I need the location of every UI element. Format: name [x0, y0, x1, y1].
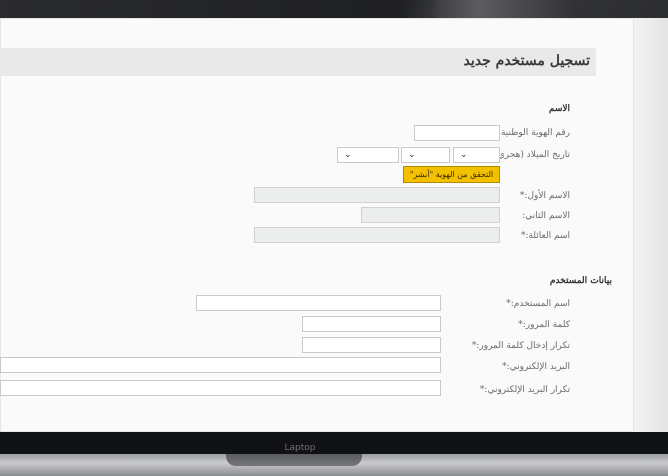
- name-section-title: الاسم: [548, 104, 570, 114]
- user-section-title: بيانات المستخدم: [549, 276, 612, 286]
- email-confirm-input[interactable]: [0, 380, 441, 396]
- chevron-down-icon: ⌄: [344, 150, 352, 160]
- screen-glare: [430, 0, 668, 18]
- birth-month-select[interactable]: ⌄: [401, 147, 450, 163]
- email-label: البريد الإلكتروني:*: [502, 362, 570, 372]
- email-input[interactable]: [0, 357, 441, 373]
- family-name-input[interactable]: [254, 227, 500, 243]
- page-right-margin: [634, 18, 668, 432]
- birth-year-select[interactable]: ⌄: [337, 147, 399, 163]
- laptop-brand-label: Laptop: [284, 443, 316, 453]
- laptop-hinge-notch: [226, 454, 362, 466]
- birth-day-select[interactable]: ⌄: [453, 147, 500, 163]
- chevron-down-icon: ⌄: [408, 150, 416, 160]
- password-confirm-input[interactable]: [302, 337, 441, 353]
- second-name-label: الاسم الثاني:: [522, 211, 570, 221]
- chevron-down-icon: ⌄: [460, 150, 468, 160]
- first-name-label: الاسم الأول:*: [519, 191, 570, 201]
- national-id-label: رقم الهوية الوطنية:*: [493, 128, 570, 138]
- email-confirm-label: تكرار البريد الإلكتروني:*: [479, 385, 570, 395]
- page-title: تسجيل مستخدم جديد: [463, 53, 590, 69]
- username-label: اسم المستخدم:*: [506, 299, 570, 309]
- second-name-input[interactable]: [361, 207, 500, 223]
- password-confirm-label: تكرار إدخال كلمة المرور:*: [471, 341, 570, 351]
- verify-identity-button[interactable]: التحقق من الهوية "أبشر": [403, 166, 500, 183]
- password-label: كلمة المرور:*: [518, 320, 570, 330]
- password-input[interactable]: [302, 316, 441, 332]
- family-name-label: اسم العائلة:*: [520, 231, 570, 241]
- national-id-input[interactable]: [414, 125, 500, 141]
- username-input[interactable]: [196, 295, 441, 311]
- first-name-input[interactable]: [254, 187, 500, 203]
